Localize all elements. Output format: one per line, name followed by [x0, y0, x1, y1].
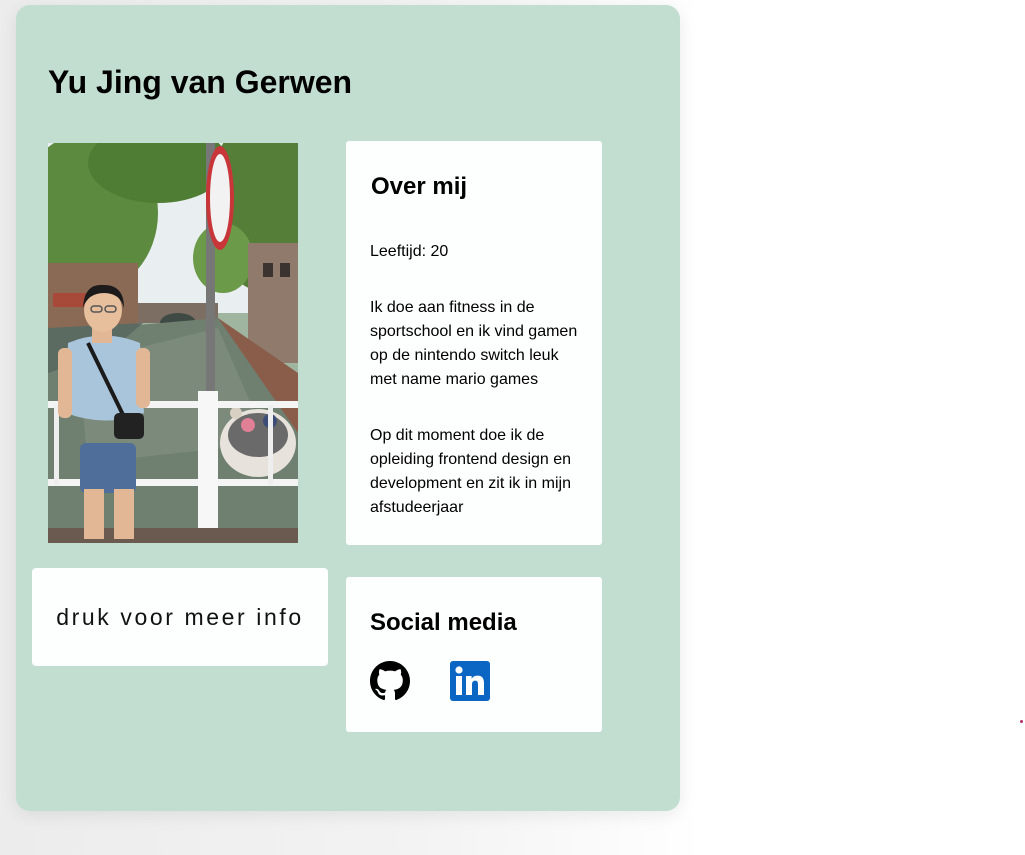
stray-dot	[1020, 720, 1023, 723]
about-study: Op dit moment doe ik de opleiding fronte…	[370, 427, 572, 516]
github-link[interactable]	[370, 661, 410, 701]
linkedin-icon	[450, 661, 490, 701]
about-hobbies: Ik doe aan fitness in de sportschool en …	[370, 299, 578, 388]
social-heading: Social media	[370, 609, 517, 636]
linkedin-link[interactable]	[450, 661, 490, 701]
page-title: Yu Jing van Gerwen	[48, 64, 353, 100]
about-age: Leeftijd: 20	[370, 243, 449, 260]
profile-photo	[48, 143, 298, 543]
social-panel: Social media	[346, 577, 602, 732]
about-panel: Over mij Leeftijd: 20 Ik doe aan fitness…	[346, 141, 602, 545]
profile-card: Yu Jing van Gerwen Over mij Leeftijd: 20…	[16, 5, 680, 811]
about-heading: Over mij	[371, 173, 468, 200]
more-info-button[interactable]: druk voor meer info	[32, 568, 328, 666]
github-icon	[370, 661, 410, 701]
